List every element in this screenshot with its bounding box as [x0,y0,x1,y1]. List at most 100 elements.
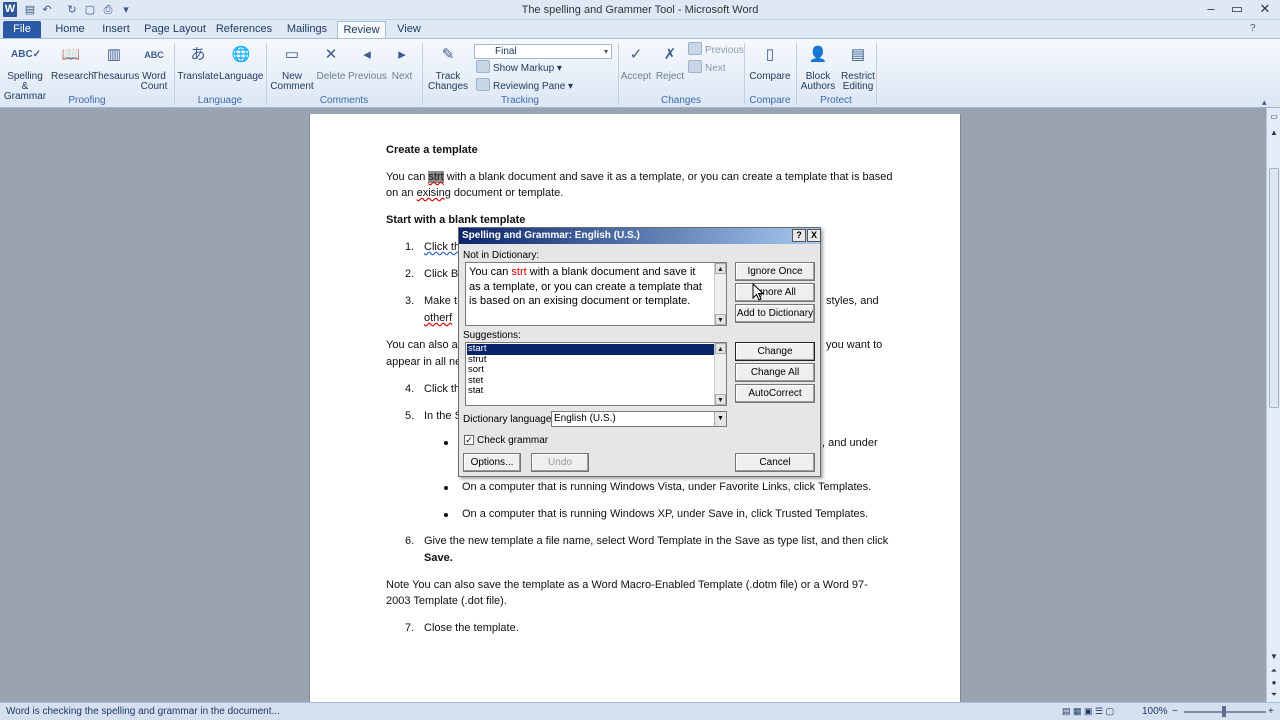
reject-button[interactable]: ✗ Reject [654,41,686,82]
minimize-icon[interactable]: – [1198,0,1224,18]
accept-label: Accept [620,71,652,82]
options-button[interactable]: Options... [463,453,521,472]
thesaurus-button[interactable]: ▥ Thesaurus [92,41,139,82]
heading-blank-template: Start with a blank template [386,214,526,226]
text-run: on an [386,187,417,199]
bullet [444,441,448,445]
ignore-once-button[interactable]: Ignore Once [735,262,815,281]
scroll-up-icon[interactable]: ▲ [1268,126,1280,140]
suggestion-item[interactable]: sort [467,364,715,376]
close-icon[interactable]: X [807,229,821,242]
add-to-dictionary-button[interactable]: Add to Dictionary [735,304,815,323]
list-number: 6. [405,535,415,547]
tab-view[interactable]: View [392,21,426,38]
suggestion-item[interactable]: stat [467,385,715,397]
paragraph-2-end: you want to [826,339,883,351]
editing-label: Editing [842,81,874,92]
change-button[interactable]: Change [735,342,815,361]
track-changes-button[interactable]: ✎ Track Changes [426,41,470,92]
tab-insert[interactable]: Insert [96,21,136,38]
autocorrect-button[interactable]: AutoCorrect [735,384,815,403]
zoom-in-icon[interactable]: + [1268,706,1274,717]
help-icon[interactable]: ? [1250,23,1256,34]
bullet-item: On a computer that is running Windows Vi… [462,481,872,493]
reject-icon: ✗ [663,46,677,63]
misspelled-word[interactable]: exising [417,187,451,199]
group-separator [876,43,877,105]
check-grammar-checkbox[interactable]: ✓ [464,435,474,445]
suggestion-item[interactable]: start [467,343,715,355]
previous-change-button[interactable]: Previous [688,42,744,58]
paragraph-2: You can also ac [386,339,464,351]
window-title: The spelling and Grammer Tool - Microsof… [521,4,759,16]
text-run: Click th [424,241,461,253]
vertical-scrollbar[interactable]: ▭ ▲ ▼ ⏶ ● ⏷ [1266,108,1280,702]
dictionary-language-select[interactable]: English (U.S.) ▼ [551,411,727,427]
next-label: Next [391,71,413,82]
not-in-dictionary-text[interactable]: You can strt with a blank document and s… [465,262,727,326]
next-comment-icon: ▸ [398,46,406,63]
show-markup-button[interactable]: Show Markup ▾ [476,60,562,76]
previous-comment-button[interactable]: ◂ Previous [348,41,387,82]
block-authors-button[interactable]: 👤 Block Authors [798,41,838,92]
maximize-icon[interactable]: ▭ [1224,0,1250,18]
reviewing-pane-button[interactable]: Reviewing Pane ▾ [476,78,573,94]
ignore-all-button[interactable]: Ignore All [735,283,815,302]
zoom-level[interactable]: 100% [1142,706,1168,717]
research-button[interactable]: 📖 Research [51,41,94,82]
next-comment-button[interactable]: ▸ Next [386,41,418,82]
suggestions-scrollbar[interactable]: ▲ ▼ [714,343,726,405]
text-scrollbar[interactable]: ▲ ▼ [714,263,726,325]
accept-button[interactable]: ✓ Accept [620,41,652,82]
help-icon[interactable]: ? [792,229,806,242]
spelling-grammar-button[interactable]: ABC✓ Spelling & Grammar [3,41,47,102]
tab-file[interactable]: File [3,21,41,38]
misspelled-word[interactable]: otherf [424,312,452,324]
next-change-button[interactable]: Next [688,60,726,76]
not-in-dictionary-label: Not in Dictionary: [463,250,540,261]
scroll-thumb[interactable] [1269,168,1279,408]
scroll-down-icon[interactable]: ▼ [715,394,726,405]
compare-button[interactable]: ▯ Compare [748,41,792,82]
close-icon[interactable]: ✕ [1252,0,1278,18]
collapse-ribbon-icon[interactable]: ▴ [1262,97,1267,108]
scroll-down-icon[interactable]: ▼ [1268,650,1280,664]
scroll-up-icon[interactable]: ▲ [715,343,726,354]
tab-mailings[interactable]: Mailings [283,21,331,38]
list-number: 4. [405,383,415,395]
next-page-icon[interactable]: ⏷ [1268,688,1280,702]
tab-references[interactable]: References [215,21,273,38]
heading-create-template: Create a template [386,144,478,156]
suggestions-list[interactable]: start strut sort stet stat ▲ ▼ [465,342,727,406]
suggestion-item[interactable]: stet [467,375,715,387]
display-for-review-combo[interactable]: Final ▾ [474,44,612,59]
tab-home[interactable]: Home [51,21,89,38]
tab-page-layout[interactable]: Page Layout [144,21,206,38]
new-comment-button[interactable]: ▭ New Comment [270,41,314,92]
reviewing-pane-icon [476,78,490,91]
language-button[interactable]: 🌐 Language [219,41,264,82]
paragraph-2-line-2: appear in all ne [386,356,462,368]
view-buttons[interactable]: ▤ ▦ ▣ ☰ ▢ [1062,706,1114,717]
group-language: Language [197,95,243,106]
undo-button[interactable]: Undo [531,453,589,472]
scroll-down-icon[interactable]: ▼ [715,314,726,325]
tab-review[interactable]: Review [337,21,386,38]
cancel-button[interactable]: Cancel [735,453,815,472]
ruler-toggle-icon[interactable]: ▭ [1268,110,1280,124]
change-all-button[interactable]: Change All [735,363,815,382]
delete-comment-button[interactable]: ✕ Delete [314,41,348,82]
translate-icon: あ [190,46,206,63]
status-bar: Word is checking the spelling and gramma… [0,702,1280,720]
misspelled-word[interactable]: strt [428,171,444,183]
list-item-line-2: otherf [424,310,452,326]
word-count-button[interactable]: ABC Word Count [138,41,170,92]
suggestion-item[interactable]: strut [467,354,715,366]
translate-button[interactable]: あ Translate [177,41,219,82]
zoom-slider-thumb[interactable] [1222,706,1226,717]
next-change-icon [688,60,702,73]
scroll-up-icon[interactable]: ▲ [715,263,726,274]
restrict-editing-button[interactable]: ▤ Restrict Editing [840,41,876,92]
reject-label: Reject [655,71,685,82]
zoom-out-icon[interactable]: − [1172,706,1178,717]
